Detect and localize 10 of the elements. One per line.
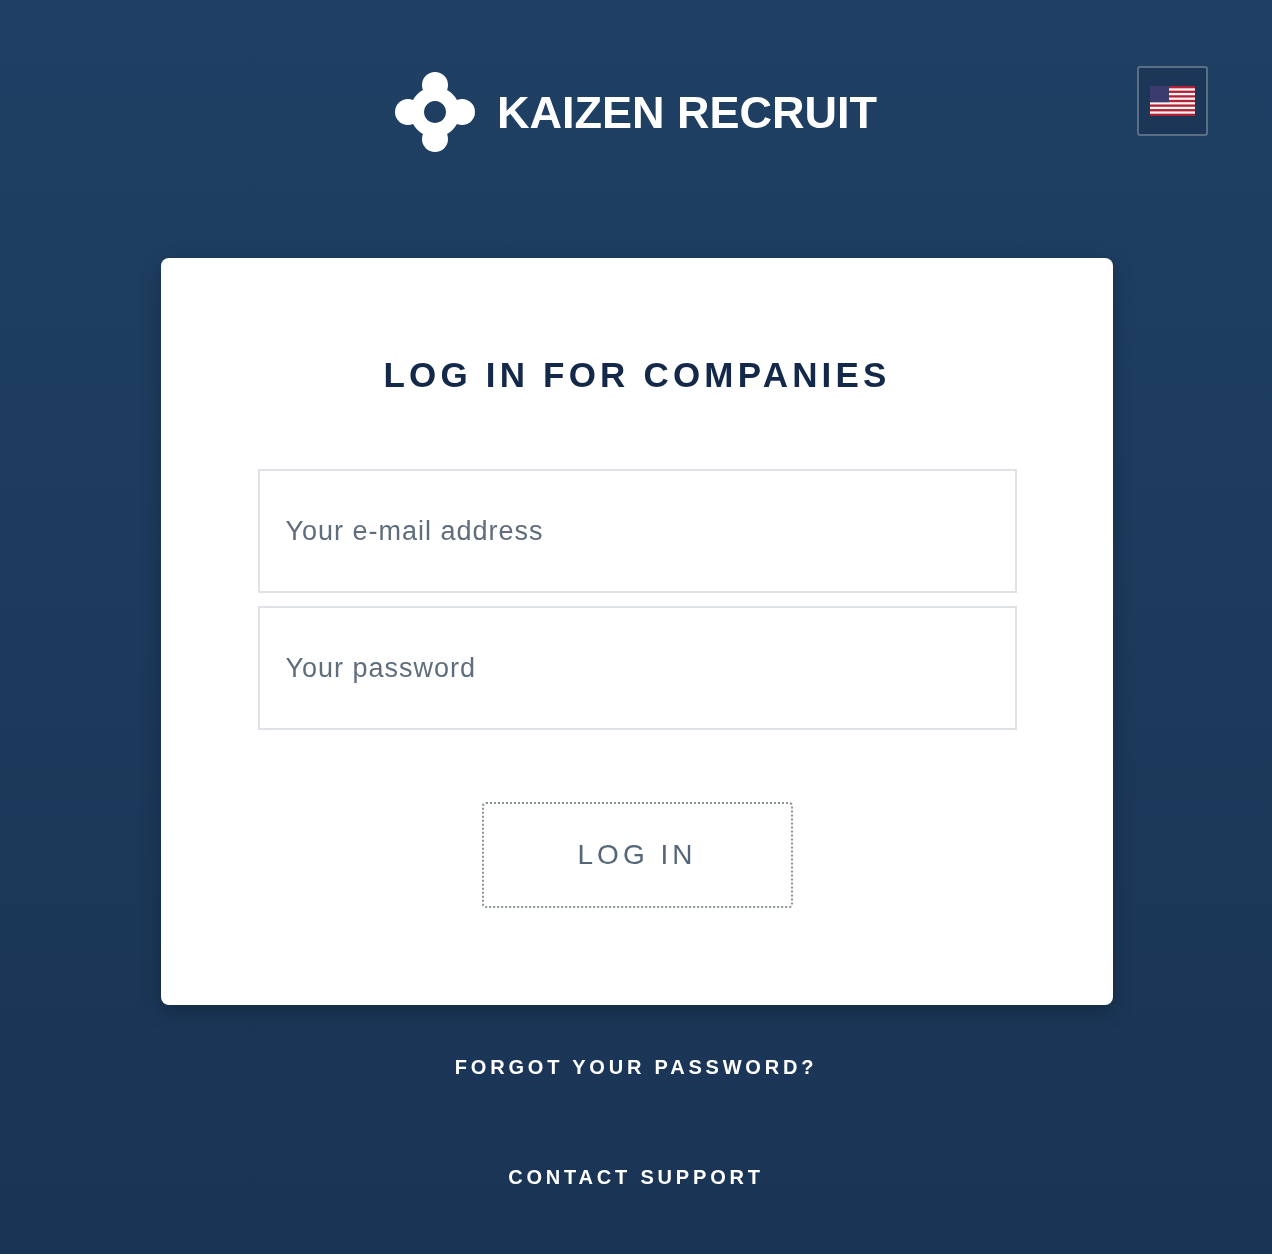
- flag-icon: [1150, 86, 1195, 116]
- login-button[interactable]: LOG IN: [481, 802, 793, 908]
- forgot-password-link[interactable]: FORGOT YOUR PASSWORD?: [454, 1055, 818, 1079]
- contact-support-link[interactable]: CONTACT SUPPORT: [508, 1165, 764, 1189]
- language-button[interactable]: [1137, 66, 1208, 136]
- login-title: LOG IN FOR COMPANIES: [383, 354, 891, 396]
- logo-icon: [395, 72, 475, 152]
- password-field[interactable]: Your password: [257, 606, 1017, 730]
- email-field[interactable]: Your e-mail address: [257, 469, 1017, 593]
- brand-name: KAIZEN RECRUIT: [497, 89, 877, 135]
